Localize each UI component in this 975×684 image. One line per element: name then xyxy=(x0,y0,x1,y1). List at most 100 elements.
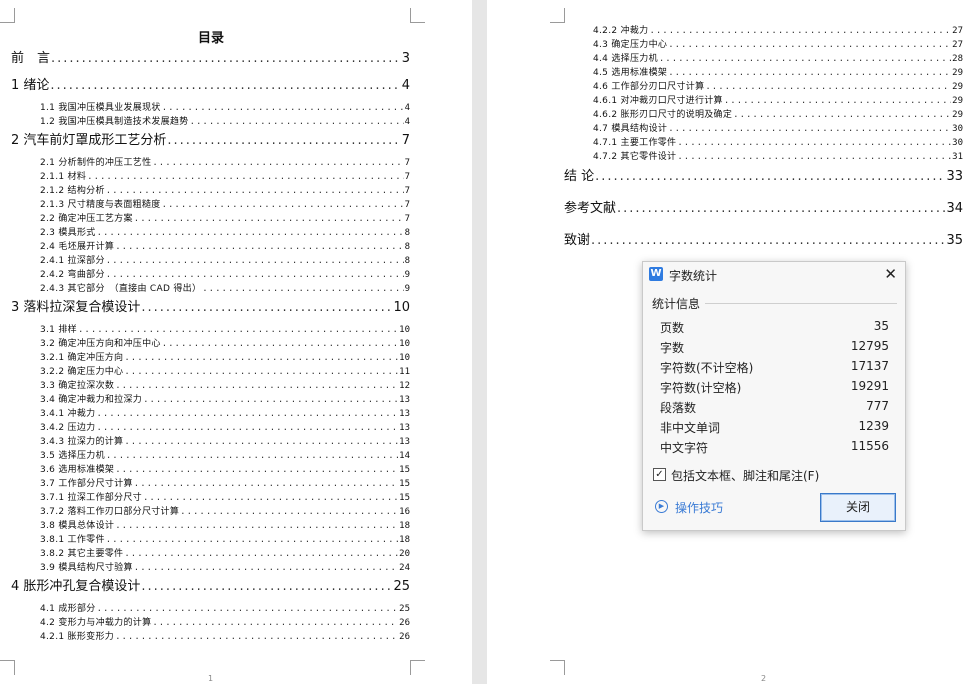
toc-chapter-entry[interactable]: 2 汽车前灯罩成形工艺分析...........................… xyxy=(11,133,410,149)
toc-section-entry[interactable]: 4.7.1 主要工作零件............................… xyxy=(593,137,963,149)
toc-chapter-entry[interactable]: 4 胀形冲孔复合模设计.............................… xyxy=(11,579,410,595)
toc-leader-dots: ........................................… xyxy=(141,579,393,594)
stat-value: 35 xyxy=(873,319,889,333)
toc-entry-text: 2.1.3 尺寸精度与表面粗糙度 xyxy=(40,200,161,210)
include-textboxes-checkbox[interactable]: ✓ xyxy=(653,468,666,481)
toc-leader-dots: ........................................… xyxy=(161,103,404,113)
toc-chapter-entry[interactable]: 1 绪论....................................… xyxy=(11,78,410,94)
toc-section-entry[interactable]: 3.4 确定冲裁力和拉深力...........................… xyxy=(40,394,410,406)
toc-section-entry[interactable]: 1.2 我国冲压模具制造技术发展趋势......................… xyxy=(40,116,410,128)
toc-chapter-entry[interactable]: 致谢......................................… xyxy=(564,233,963,249)
section-label: 统计信息 xyxy=(652,297,701,311)
toc-section-entry[interactable]: 2.3 模具形式................................… xyxy=(40,227,410,239)
toc-entry-text: 3.7.1 拉深工作部分尺寸 xyxy=(40,493,142,503)
toc-section-entry[interactable]: 2.1.2 结构分析..............................… xyxy=(40,185,410,197)
toc-section-entry[interactable]: 3.2 确定冲压方向和冲压中心.........................… xyxy=(40,338,410,350)
toc-section-entry[interactable]: 4.2 变形力与冲载力的计算..........................… xyxy=(40,617,410,629)
toc-leader-dots: ........................................… xyxy=(617,201,945,216)
toc-page-number: 13 xyxy=(399,395,410,405)
stat-row-chinese-chars: 中文字符 11556 xyxy=(660,439,889,459)
toc-chapter-entry[interactable]: 前 言.....................................… xyxy=(11,51,410,67)
toc-page-number: 29 xyxy=(952,82,963,92)
toc-section-entry[interactable]: 2.1.3 尺寸精度与表面粗糙度........................… xyxy=(40,199,410,211)
toc-entry-text: 4.2.1 胀形变形力 xyxy=(40,632,115,642)
toc-entry-text: 2.1.1 材料 xyxy=(40,172,87,182)
toc-entry-text: 3.3 确定拉深次数 xyxy=(40,381,115,391)
toc-page-number: 15 xyxy=(399,465,410,475)
toc-chapter-entry[interactable]: 参考文献....................................… xyxy=(564,201,963,217)
toc-page-number: 7 xyxy=(404,172,410,182)
toc-section-entry[interactable]: 4.6.2 胀形刃口尺寸的说明及确定......................… xyxy=(593,109,963,121)
toc-section-entry[interactable]: 4.6.1 对冲裁刃口尺寸进行计算.......................… xyxy=(593,95,963,107)
toc-page-number: 13 xyxy=(399,409,410,419)
toc-entry-text: 2.3 模具形式 xyxy=(40,228,96,238)
toc-section-entry[interactable]: 4.6 工作部分刃口尺寸计算..........................… xyxy=(593,81,963,93)
toc-entry-text: 4.6.2 胀形刃口尺寸的说明及确定 xyxy=(593,110,733,120)
toc-entry-text: 4.7.2 其它零件设计 xyxy=(593,152,677,162)
toc-section-entry[interactable]: 3.2.2 确定压力中心............................… xyxy=(40,366,410,378)
stat-value: 1239 xyxy=(858,419,889,433)
toc-section-entry[interactable]: 4.3 确定压力中心..............................… xyxy=(593,39,963,51)
include-textboxes-label[interactable]: 包括文本框、脚注和尾注(F) xyxy=(671,467,819,484)
toc-section-entry[interactable]: 3.5 选择压力机...............................… xyxy=(40,450,410,462)
toc-page-number: 15 xyxy=(399,479,410,489)
toc-section-entry[interactable]: 3.7 工作部分尺寸计算............................… xyxy=(40,478,410,490)
toc-leader-dots: ........................................… xyxy=(115,632,398,642)
toc-section-entry[interactable]: 4.5 选用标准模架..............................… xyxy=(593,67,963,79)
toc-section-entry[interactable]: 3.7.2 落料工作刃口部分尺寸计算......................… xyxy=(40,506,410,518)
toc-section-entry[interactable]: 2.4.1 拉深部分..............................… xyxy=(40,255,410,267)
toc-page-number: 16 xyxy=(399,507,410,517)
close-button[interactable]: 关闭 xyxy=(820,493,896,522)
toc-section-entry[interactable]: 3.4.3 拉深力的计算............................… xyxy=(40,436,410,448)
stat-value: 12795 xyxy=(850,339,889,353)
toc-section-entry[interactable]: 4.2.1 胀形变形力.............................… xyxy=(40,631,410,643)
toc-section-entry[interactable]: 2.2 确定冲压工艺方案............................… xyxy=(40,213,410,225)
toc-section-entry[interactable]: 3.8.2 其它主要零件............................… xyxy=(40,548,410,560)
toc-entry-text: 3.7 工作部分尺寸计算 xyxy=(40,479,133,489)
toc-section-entry[interactable]: 4.1 成形部分................................… xyxy=(40,603,410,615)
toc-leader-dots: ........................................… xyxy=(96,228,404,238)
toc-section-entry[interactable]: 4.7 模具结构设计..............................… xyxy=(593,123,963,135)
toc-section-entry[interactable]: 3.4.2 压边力...............................… xyxy=(40,422,410,434)
toc-section-entry[interactable]: 2.1 分析制件的冲压工艺性..........................… xyxy=(40,157,410,169)
toc-chapter-entry[interactable]: 结 论.....................................… xyxy=(564,169,963,185)
toc-section-entry[interactable]: 4.7.2 其它零件设计............................… xyxy=(593,151,963,163)
toc-leader-dots: ........................................… xyxy=(141,300,393,315)
toc-section-entry[interactable]: 2.4.3 其它部分 （直接由 CAD 得出）.................… xyxy=(40,283,410,295)
toc-section-entry[interactable]: 3.7.1 拉深工作部分尺寸..........................… xyxy=(40,492,410,504)
dialog-titlebar[interactable]: W 字数统计 ✕ xyxy=(643,262,905,288)
toc-leader-dots: ........................................… xyxy=(705,82,951,92)
toc-section-entry[interactable]: 2.1.1 材料................................… xyxy=(40,171,410,183)
toc-section-entry[interactable]: 1.1 我国冲压模具业发展现状.........................… xyxy=(40,102,410,114)
stat-label: 字符数(计空格) xyxy=(660,381,742,395)
toc-section-entry[interactable]: 3.3 确定拉深次数..............................… xyxy=(40,380,410,392)
toc-page-number: 4 xyxy=(404,117,410,127)
close-icon[interactable]: ✕ xyxy=(884,265,897,283)
toc-section-entry[interactable]: 3.1 排样..................................… xyxy=(40,324,410,336)
toc-chapter-entry[interactable]: 3 落料拉深复合模设计.............................… xyxy=(11,300,410,316)
toc-section-entry[interactable]: 4.4 选择压力机...............................… xyxy=(593,53,963,65)
toc-leader-dots: ........................................… xyxy=(668,68,951,78)
toc-entry-text: 1.1 我国冲压模具业发展现状 xyxy=(40,103,161,113)
toc-section-entry[interactable]: 3.8.1 工作零件..............................… xyxy=(40,534,410,546)
toc-page-number: 34 xyxy=(946,201,963,216)
toc-page-number: 20 xyxy=(399,549,410,559)
toc-entry-text: 2.4.3 其它部分 （直接由 CAD 得出） xyxy=(40,284,202,294)
toc-section-entry[interactable]: 3.9 模具结构尺寸验算............................… xyxy=(40,562,410,574)
toc-entry-text: 2.1.2 结构分析 xyxy=(40,186,105,196)
toc-section-entry[interactable]: 2.4.2 弯曲部分..............................… xyxy=(40,269,410,281)
toc-page-number: 4 xyxy=(404,103,410,113)
toc-leader-dots: ........................................… xyxy=(96,604,399,614)
toc-entry-text: 4.7 模具结构设计 xyxy=(593,124,668,134)
toc-section-entry[interactable]: 3.4.1 冲裁力...............................… xyxy=(40,408,410,420)
play-circle-icon[interactable]: ▶ xyxy=(655,500,668,513)
toc-section-entry[interactable]: 2.4 毛坯展开计算..............................… xyxy=(40,241,410,253)
toc-page-number: 26 xyxy=(399,618,410,628)
toc-page-number: 24 xyxy=(399,563,410,573)
toc-section-entry[interactable]: 3.2.1 确定冲压方向............................… xyxy=(40,352,410,364)
tips-link[interactable]: 操作技巧 xyxy=(675,499,723,516)
toc-leader-dots: ........................................… xyxy=(133,214,404,224)
toc-section-entry[interactable]: 4.2.2 冲裁力...............................… xyxy=(593,25,963,37)
toc-section-entry[interactable]: 3.6 选用标准模架..............................… xyxy=(40,464,410,476)
toc-section-entry[interactable]: 3.8 模具总体设计..............................… xyxy=(40,520,410,532)
